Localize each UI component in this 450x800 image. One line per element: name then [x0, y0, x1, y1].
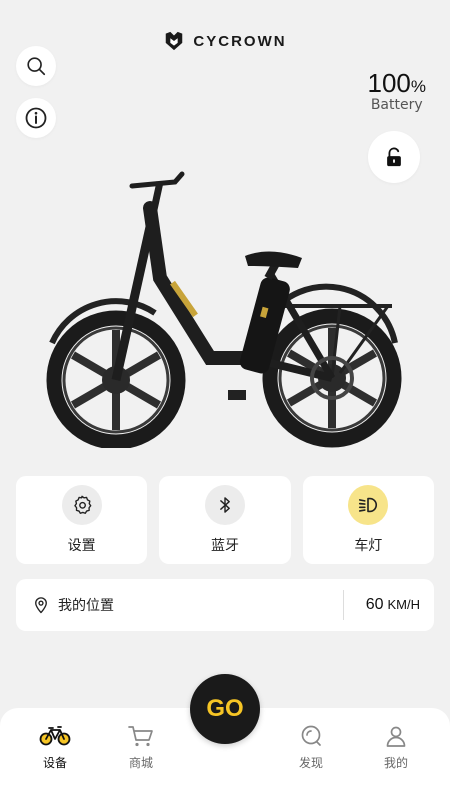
settings-label: 设置: [67, 538, 96, 554]
bluetooth-tile[interactable]: 蓝牙: [159, 476, 291, 564]
bluetooth-icon-wrap: [204, 485, 245, 525]
tab-discover-label: 发现: [298, 756, 323, 770]
quick-actions: 设置 蓝牙 车灯: [16, 476, 434, 564]
battery-unit: %: [410, 77, 426, 96]
search-button[interactable]: [16, 46, 56, 86]
bicycle-icon: [39, 726, 71, 746]
battery-value: 100: [367, 68, 411, 98]
info-icon: [25, 107, 47, 129]
battery-status: 100% Battery: [367, 68, 426, 113]
tab-mine[interactable]: 我的: [366, 724, 426, 771]
my-location-label: 我的位置: [58, 598, 114, 614]
location-bar[interactable]: 我的位置 60 KM/H: [16, 579, 434, 631]
location-pin-icon: [35, 597, 47, 614]
tab-mine-label: 我的: [383, 756, 408, 770]
battery-percentage: 100%: [367, 68, 426, 99]
settings-tile[interactable]: 设置: [16, 476, 148, 564]
go-label: GO: [206, 695, 244, 722]
search-icon: [27, 57, 46, 76]
tab-mall-label: 商城: [128, 756, 153, 770]
unlock-icon: [387, 147, 401, 167]
ebike-image: [46, 171, 402, 448]
brand-name: CYCROWN: [193, 32, 287, 50]
discover-icon: [301, 725, 321, 746]
speed-readout: 60 KM/H: [366, 596, 420, 614]
tab-discover[interactable]: 发现: [281, 724, 341, 771]
go-button[interactable]: GO: [190, 674, 260, 744]
info-button[interactable]: [16, 98, 56, 138]
bluetooth-label: 蓝牙: [210, 538, 239, 554]
headlight-icon-wrap: [348, 485, 389, 525]
tab-devices-label: 设备: [42, 756, 67, 770]
speed-value: 60: [365, 596, 384, 613]
headlight-icon: [359, 497, 378, 513]
settings-icon-wrap: [61, 485, 102, 525]
tab-devices[interactable]: 设备: [25, 724, 85, 771]
cycrown-logo-icon: [166, 31, 183, 51]
user-icon: [386, 726, 406, 747]
cart-icon: [128, 726, 153, 747]
headlight-tile[interactable]: 车灯: [302, 476, 434, 564]
speed-unit: KM/H: [387, 597, 421, 612]
gear-icon: [73, 495, 92, 514]
headlight-label: 车灯: [354, 538, 383, 554]
bluetooth-icon: [220, 497, 230, 513]
tab-mall[interactable]: 商城: [111, 724, 171, 771]
battery-label: Battery: [370, 97, 423, 113]
divider: [342, 590, 344, 620]
brand-header: CYCROWN: [0, 30, 450, 52]
